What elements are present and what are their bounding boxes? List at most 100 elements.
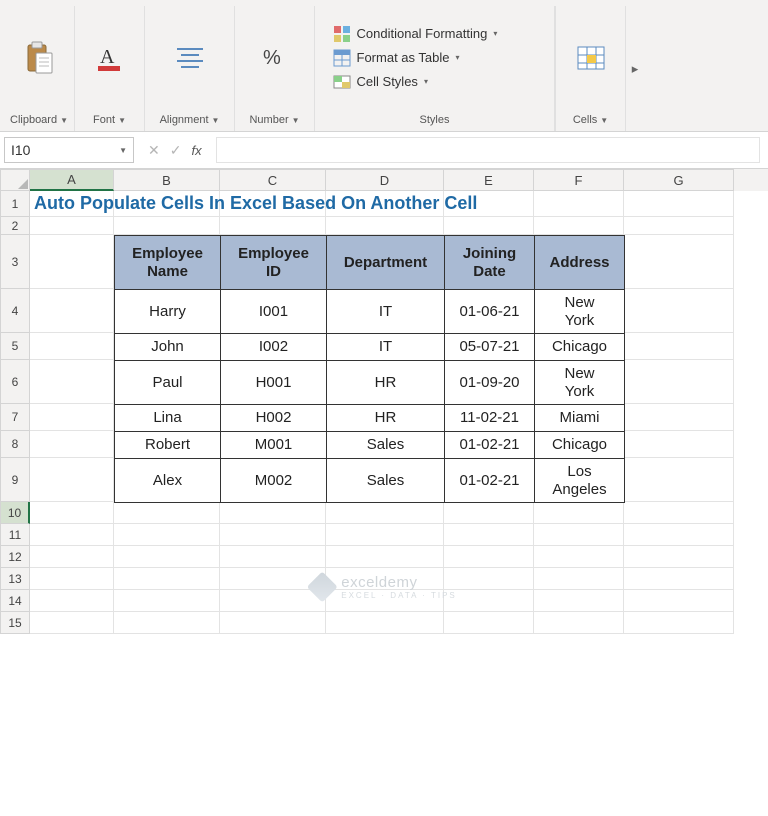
cell-A7[interactable] xyxy=(30,404,114,431)
cell-A6[interactable] xyxy=(30,360,114,404)
chevron-down-icon[interactable]: ▾ xyxy=(455,53,459,62)
cell-F12[interactable] xyxy=(534,546,624,568)
cell-D10[interactable] xyxy=(326,502,444,524)
cell-A14[interactable] xyxy=(30,590,114,612)
cell-C11[interactable] xyxy=(220,524,326,546)
table-cell[interactable]: 01-02-21 xyxy=(445,459,535,503)
row-header-1[interactable]: 1 xyxy=(0,191,30,217)
cell-F11[interactable] xyxy=(534,524,624,546)
table-header[interactable]: EmployeeID xyxy=(221,236,327,290)
table-cell[interactable]: LosAngeles xyxy=(535,459,625,503)
cell-C2[interactable] xyxy=(220,217,326,235)
paste-button[interactable] xyxy=(15,36,63,80)
cell-C15[interactable] xyxy=(220,612,326,634)
table-cell[interactable]: John xyxy=(115,334,221,361)
cell-styles-button[interactable]: Cell Styles ▾ xyxy=(329,71,541,93)
table-cell[interactable]: Chicago xyxy=(535,334,625,361)
row-header-12[interactable]: 12 xyxy=(0,546,30,568)
row-header-7[interactable]: 7 xyxy=(0,404,30,431)
cell-A9[interactable] xyxy=(30,458,114,502)
cell-D13[interactable] xyxy=(326,568,444,590)
chevron-down-icon[interactable]: ▼ xyxy=(212,116,220,125)
row-header-9[interactable]: 9 xyxy=(0,458,30,502)
number-button[interactable]: % xyxy=(251,36,299,80)
table-cell[interactable]: NewYork xyxy=(535,290,625,334)
chevron-down-icon[interactable]: ▼ xyxy=(600,116,608,125)
chevron-down-icon[interactable]: ▼ xyxy=(118,116,126,125)
table-cell[interactable]: 01-02-21 xyxy=(445,432,535,459)
fx-icon[interactable]: fx xyxy=(191,143,201,158)
font-button[interactable]: A xyxy=(86,36,134,80)
enter-icon[interactable]: ✓ xyxy=(170,142,182,159)
cell-A13[interactable] xyxy=(30,568,114,590)
table-cell[interactable]: Alex xyxy=(115,459,221,503)
table-header[interactable]: EmployeeName xyxy=(115,236,221,290)
cell-G11[interactable] xyxy=(624,524,734,546)
table-cell[interactable]: Chicago xyxy=(535,432,625,459)
cell-D14[interactable] xyxy=(326,590,444,612)
cell-B11[interactable] xyxy=(114,524,220,546)
cell-D15[interactable] xyxy=(326,612,444,634)
table-cell[interactable]: M002 xyxy=(221,459,327,503)
cell-B2[interactable] xyxy=(114,217,220,235)
cell-B10[interactable] xyxy=(114,502,220,524)
cell-D12[interactable] xyxy=(326,546,444,568)
table-cell[interactable]: 11-02-21 xyxy=(445,405,535,432)
table-cell[interactable]: Harry xyxy=(115,290,221,334)
cell-C13[interactable] xyxy=(220,568,326,590)
table-cell[interactable]: H002 xyxy=(221,405,327,432)
alignment-button[interactable] xyxy=(166,36,214,80)
conditional-formatting-button[interactable]: Conditional Formatting ▾ xyxy=(329,23,541,45)
cell-D2[interactable] xyxy=(326,217,444,235)
cell-G13[interactable] xyxy=(624,568,734,590)
cell-A15[interactable] xyxy=(30,612,114,634)
cell-G10[interactable] xyxy=(624,502,734,524)
cells-button[interactable] xyxy=(567,36,615,80)
table-cell[interactable]: Robert xyxy=(115,432,221,459)
chevron-down-icon[interactable]: ▼ xyxy=(60,116,68,125)
cell-A11[interactable] xyxy=(30,524,114,546)
table-cell[interactable]: Sales xyxy=(327,432,445,459)
select-all-corner[interactable] xyxy=(0,169,30,191)
row-header-15[interactable]: 15 xyxy=(0,612,30,634)
column-header-F[interactable]: F xyxy=(534,169,624,191)
table-cell[interactable]: 05-07-21 xyxy=(445,334,535,361)
cell-E10[interactable] xyxy=(444,502,534,524)
table-cell[interactable]: HR xyxy=(327,361,445,405)
cancel-icon[interactable]: ✕ xyxy=(148,142,160,159)
cell-F15[interactable] xyxy=(534,612,624,634)
formula-input[interactable] xyxy=(216,137,760,163)
row-header-13[interactable]: 13 xyxy=(0,568,30,590)
cell-G12[interactable] xyxy=(624,546,734,568)
table-cell[interactable]: NewYork xyxy=(535,361,625,405)
row-header-3[interactable]: 3 xyxy=(0,235,30,289)
table-cell[interactable]: H001 xyxy=(221,361,327,405)
cell-D11[interactable] xyxy=(326,524,444,546)
row-header-10[interactable]: 10 xyxy=(0,502,30,524)
table-cell[interactable]: IT xyxy=(327,334,445,361)
name-box[interactable]: I10 ▼ xyxy=(4,137,134,163)
cell-G7[interactable] xyxy=(624,404,734,431)
table-cell[interactable]: Sales xyxy=(327,459,445,503)
cell-A12[interactable] xyxy=(30,546,114,568)
table-cell[interactable]: 01-06-21 xyxy=(445,290,535,334)
cell-G4[interactable] xyxy=(624,289,734,333)
cell-E13[interactable] xyxy=(444,568,534,590)
cell-F13[interactable] xyxy=(534,568,624,590)
table-cell[interactable]: 01-09-20 xyxy=(445,361,535,405)
row-header-6[interactable]: 6 xyxy=(0,360,30,404)
table-cell[interactable]: I002 xyxy=(221,334,327,361)
cell-G6[interactable] xyxy=(624,360,734,404)
table-header[interactable]: Department xyxy=(327,236,445,290)
format-as-table-button[interactable]: Format as Table ▾ xyxy=(329,47,541,69)
cell-B13[interactable] xyxy=(114,568,220,590)
table-cell[interactable]: I001 xyxy=(221,290,327,334)
table-cell[interactable]: M001 xyxy=(221,432,327,459)
cell-B15[interactable] xyxy=(114,612,220,634)
cell-C14[interactable] xyxy=(220,590,326,612)
cell-A3[interactable] xyxy=(30,235,114,289)
table-cell[interactable]: HR xyxy=(327,405,445,432)
row-header-2[interactable]: 2 xyxy=(0,217,30,235)
cell-E14[interactable] xyxy=(444,590,534,612)
cell-E2[interactable] xyxy=(444,217,534,235)
